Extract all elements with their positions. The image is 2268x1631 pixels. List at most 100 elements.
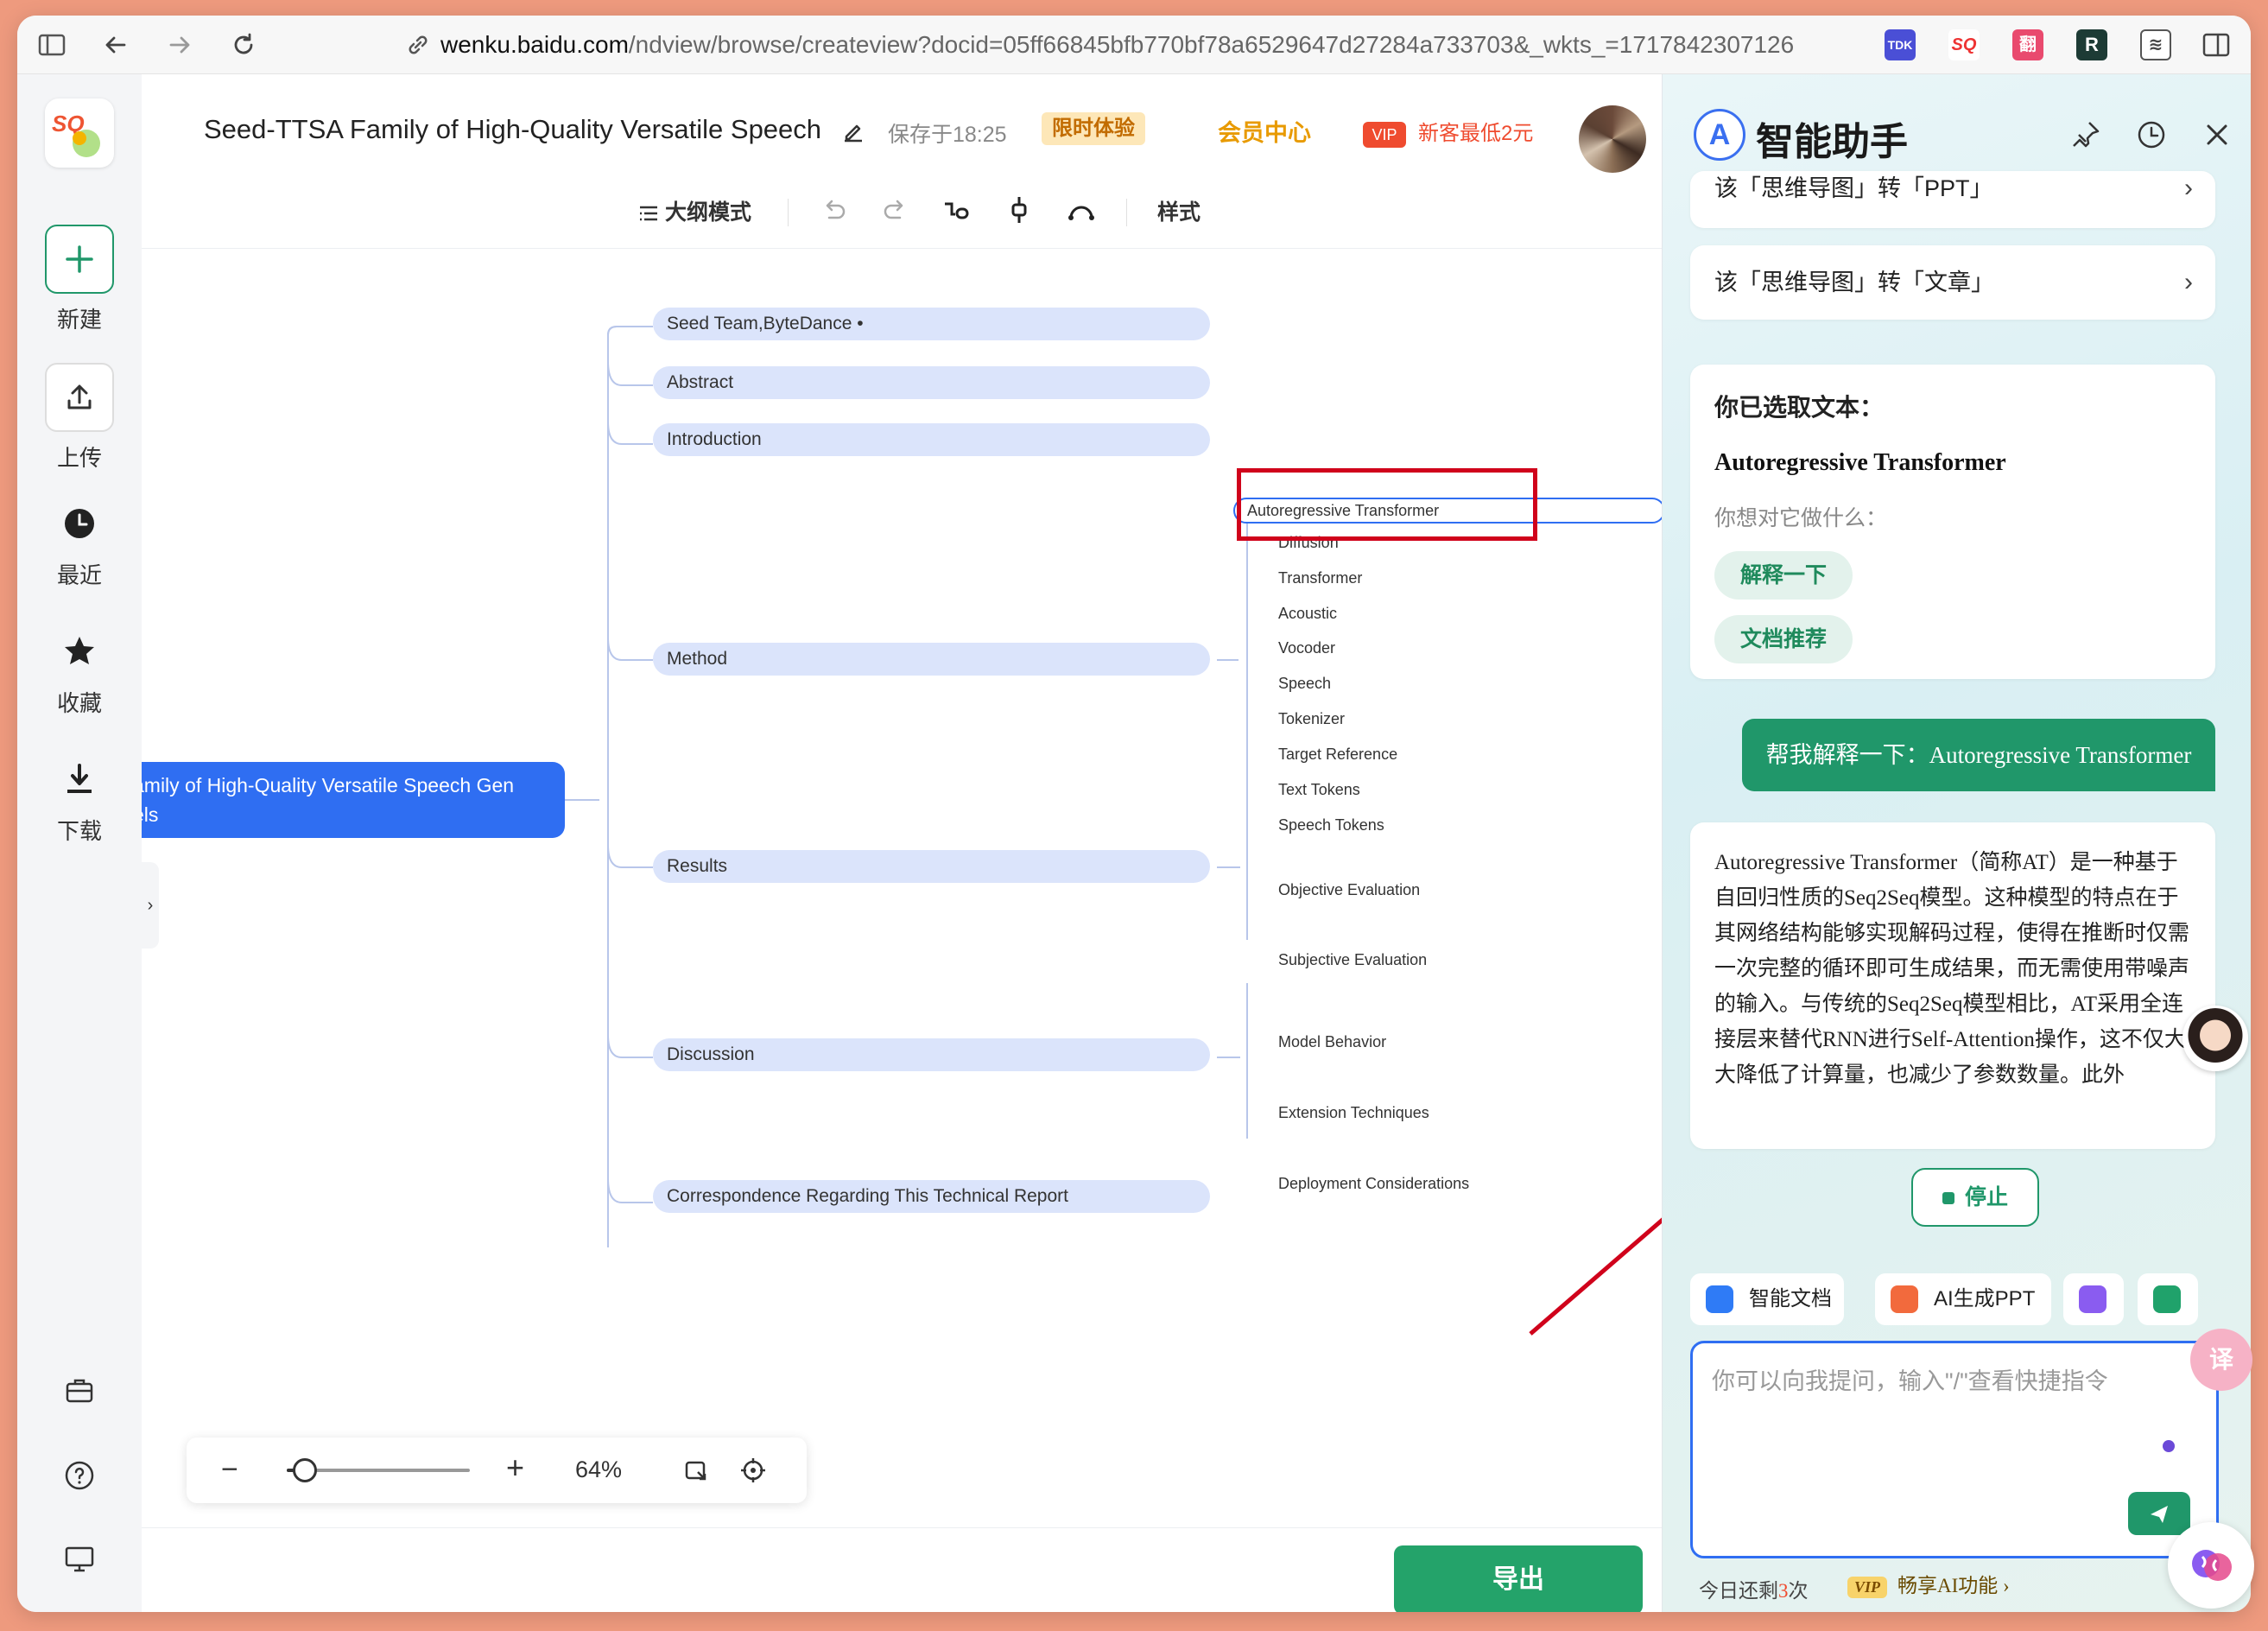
root-node[interactable]: amily of High-Quality Versatile Speech G…	[142, 762, 565, 838]
form-tool[interactable]	[2063, 1273, 2124, 1325]
branch-node[interactable]: Abstract	[653, 366, 1210, 399]
leaf-node[interactable]: Text Tokens	[1278, 781, 1360, 799]
favorites-button[interactable]: 收藏	[17, 625, 142, 718]
child-node-icon[interactable]	[940, 194, 974, 228]
document-title[interactable]: Seed-TTSA Family of High-Quality Versati…	[204, 114, 865, 145]
new-button[interactable]: 新建	[17, 225, 142, 334]
help-icon[interactable]	[62, 1458, 97, 1493]
upload-label: 上传	[56, 445, 102, 471]
leaf-node[interactable]: Speech	[1278, 675, 1331, 693]
app-logo[interactable]: SQ	[45, 98, 114, 168]
branch-node[interactable]: Introduction	[653, 423, 1210, 456]
fit-screen-icon[interactable]	[682, 1456, 710, 1484]
suggestion-to-ppt[interactable]: 该「思维导图」转「PPT」 ›	[1690, 171, 2215, 228]
leaf-node[interactable]: Subjective Evaluation	[1278, 951, 1427, 969]
address-bar[interactable]: wenku.baidu.com/ndview/browse/createview…	[440, 31, 1794, 59]
assistant-avatar[interactable]	[2182, 1006, 2248, 1071]
sidebar-toggle-icon[interactable]	[36, 29, 67, 60]
branch-node[interactable]: Discussion	[653, 1038, 1210, 1071]
vip-label: VIP	[1847, 1577, 1888, 1598]
status-dot	[2163, 1440, 2175, 1452]
explain-chip[interactable]: 解释一下	[1714, 551, 1853, 600]
forward-icon[interactable]	[164, 29, 195, 60]
clock-icon	[45, 498, 114, 549]
doc-icon	[1706, 1285, 1733, 1313]
back-icon[interactable]	[100, 29, 131, 60]
export-button[interactable]: 导出	[1394, 1545, 1643, 1612]
edit-icon[interactable]	[841, 119, 865, 143]
branch-node[interactable]: Seed Team,ByteDance •	[653, 308, 1210, 340]
recommend-docs-chip[interactable]: 文档推荐	[1714, 615, 1853, 663]
left-rail: SQ 新建 上传 最近 收藏 下载	[17, 74, 142, 1612]
leaf-node[interactable]: Tokenizer	[1278, 710, 1345, 728]
leaf-node[interactable]: Acoustic	[1278, 605, 1337, 623]
toolbox-icon[interactable]	[62, 1374, 97, 1408]
close-icon[interactable]	[2200, 117, 2234, 152]
download-label: 下载	[56, 818, 102, 844]
translate-fab[interactable]: 译	[2190, 1329, 2252, 1391]
mindmap-tool[interactable]	[2138, 1273, 2198, 1325]
suggestion-to-article[interactable]: 该「思维导图」转「文章」 ›	[1690, 245, 2215, 320]
leaf-node[interactable]: Transformer	[1278, 569, 1362, 587]
zoom-level: 64%	[575, 1456, 623, 1482]
zoom-in-button[interactable]: +	[506, 1450, 524, 1486]
reader-extension-icon[interactable]: ≋	[2140, 29, 2171, 60]
mindmap-canvas[interactable]: amily of High-Quality Versatile Speech G…	[142, 249, 1679, 1527]
sibling-node-icon[interactable]	[1002, 194, 1036, 228]
upload-button[interactable]: 上传	[17, 363, 142, 473]
star-icon	[45, 625, 114, 677]
browser-window: wenku.baidu.com/ndview/browse/createview…	[17, 16, 2251, 1612]
pin-icon[interactable]	[2068, 117, 2103, 152]
upload-icon	[45, 363, 114, 432]
highlight-box	[1237, 468, 1537, 541]
chat-input-placeholder: 你可以向我提问，输入"/"查看快捷指令	[1712, 1368, 2108, 1394]
r-extension-icon[interactable]: R	[2076, 29, 2107, 60]
tdk-extension-icon[interactable]: TDK	[1885, 29, 1916, 60]
chevron-right-icon: ›	[2184, 174, 2193, 202]
vip-ai-features-link[interactable]: VIP 畅享AI功能 ›	[1847, 1569, 2010, 1598]
outline-mode-button[interactable]: 大纲模式	[637, 195, 751, 226]
link-curve-icon[interactable]	[1064, 194, 1099, 228]
leaf-node[interactable]: Target Reference	[1278, 746, 1397, 764]
action-question: 你想对它做什么：	[1714, 506, 1888, 530]
locate-icon[interactable]	[739, 1456, 767, 1484]
leaf-node[interactable]: Deployment Considerations	[1278, 1175, 1469, 1193]
undo-icon[interactable]	[817, 194, 852, 228]
sq-extension-icon[interactable]: SQ	[1948, 29, 1980, 60]
branch-node[interactable]: Correspondence Regarding This Technical …	[653, 1180, 1210, 1213]
chat-input[interactable]: 你可以向我提问，输入"/"查看快捷指令	[1690, 1341, 2219, 1558]
trial-badge[interactable]: 限时体验	[1042, 112, 1145, 145]
leaf-node[interactable]: Vocoder	[1278, 639, 1335, 657]
document-header: Seed-TTSA Family of High-Quality Versati…	[142, 74, 1679, 176]
stop-button[interactable]: 停止	[1911, 1168, 2039, 1227]
download-button[interactable]: 下载	[17, 753, 142, 846]
recent-button[interactable]: 最近	[17, 498, 142, 590]
selected-heading: 你已选取文本：	[1714, 394, 1885, 421]
expand-rail-button[interactable]: ›	[142, 862, 159, 949]
history-icon[interactable]	[2134, 117, 2169, 152]
footer-bar: 导出	[142, 1527, 1679, 1612]
member-center-link[interactable]: 会员中心	[1218, 114, 1311, 148]
leaf-node[interactable]: Model Behavior	[1278, 1033, 1386, 1051]
ai-brain-fab[interactable]	[2168, 1522, 2254, 1609]
leaf-node[interactable]: Extension Techniques	[1278, 1104, 1429, 1122]
translate-extension-icon[interactable]: 翻	[2012, 29, 2043, 60]
ai-ppt-tool[interactable]: AI生成PPT	[1875, 1273, 2051, 1325]
form-icon	[2079, 1285, 2106, 1313]
assistant-logo-icon: A	[1694, 109, 1745, 161]
new-user-promo[interactable]: VIP 新客最低2元	[1363, 116, 1533, 148]
desktop-icon[interactable]	[62, 1541, 97, 1576]
leaf-node[interactable]: Objective Evaluation	[1278, 881, 1420, 899]
smart-doc-tool[interactable]: 智能文档	[1690, 1273, 1844, 1325]
leaf-node[interactable]: Speech Tokens	[1278, 816, 1384, 835]
zoom-out-button[interactable]: −	[221, 1453, 238, 1487]
zoom-slider-handle[interactable]	[293, 1458, 318, 1482]
branch-node[interactable]: Method	[653, 643, 1210, 676]
reload-icon[interactable]	[228, 29, 259, 60]
branch-node[interactable]: Results	[653, 850, 1210, 883]
user-avatar[interactable]	[1579, 105, 1646, 173]
ppt-icon	[1891, 1285, 1918, 1313]
redo-icon[interactable]	[877, 194, 912, 228]
split-view-icon[interactable]	[2201, 29, 2232, 60]
style-button[interactable]: 样式	[1157, 195, 1201, 226]
